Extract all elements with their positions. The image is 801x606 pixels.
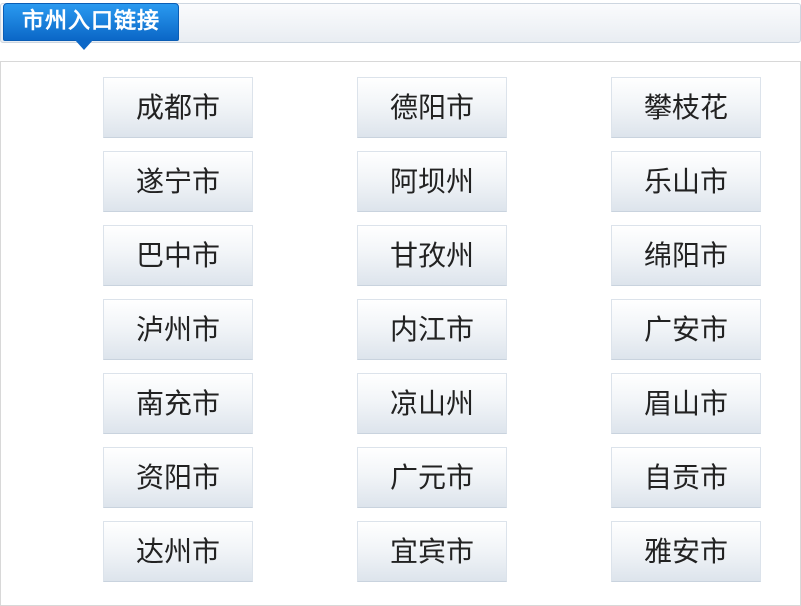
city-link-meishan[interactable]: 眉山市 (611, 373, 761, 434)
city-link-ganzi[interactable]: 甘孜州 (357, 225, 507, 286)
city-link-zigong[interactable]: 自贡市 (611, 447, 761, 508)
city-link-ziyang[interactable]: 资阳市 (103, 447, 253, 508)
city-link-mianyang[interactable]: 绵阳市 (611, 225, 761, 286)
city-link-bazhong[interactable]: 巴中市 (103, 225, 253, 286)
city-link-chengdu[interactable]: 成都市 (103, 77, 253, 138)
city-link-nanchong[interactable]: 南充市 (103, 373, 253, 434)
city-link-luzhou[interactable]: 泸州市 (103, 299, 253, 360)
city-links-panel: 成都市 德阳市 攀枝花 遂宁市 阿坝州 乐山市 巴中市 甘孜州 绵阳市 泸州市 … (0, 61, 801, 606)
section-header: 市州入口链接 (0, 0, 801, 60)
city-link-guangan[interactable]: 广安市 (611, 299, 761, 360)
city-link-deyang[interactable]: 德阳市 (357, 77, 507, 138)
header-title: 市州入口链接 (22, 9, 161, 34)
city-link-yibin[interactable]: 宜宾市 (357, 521, 507, 582)
city-link-yaan[interactable]: 雅安市 (611, 521, 761, 582)
header-tab: 市州入口链接 (3, 3, 179, 41)
city-link-neijiang[interactable]: 内江市 (357, 299, 507, 360)
header-pointer-arrow (75, 40, 93, 50)
city-link-aba[interactable]: 阿坝州 (357, 151, 507, 212)
city-link-guangyuan[interactable]: 广元市 (357, 447, 507, 508)
city-link-liangshan[interactable]: 凉山州 (357, 373, 507, 434)
city-link-suining[interactable]: 遂宁市 (103, 151, 253, 212)
city-link-leshan[interactable]: 乐山市 (611, 151, 761, 212)
city-link-dazhou[interactable]: 达州市 (103, 521, 253, 582)
city-link-panzhihua[interactable]: 攀枝花 (611, 77, 761, 138)
